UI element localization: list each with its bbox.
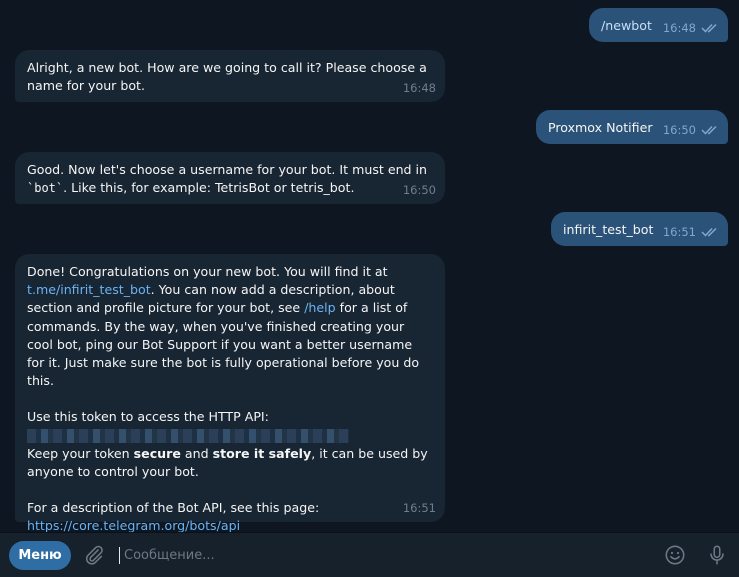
message-meta: 16:50 [663, 121, 719, 139]
message-text-part: . Like this, for example: TetrisBot or t… [63, 180, 355, 196]
message-time: 16:50 [662, 122, 696, 137]
message-text-part: Done! Congratulations on your new bot. Y… [27, 264, 392, 279]
message-time: 16:51 [662, 224, 696, 239]
chat-history: /newbot 16:48 Alright, a new bot. How ar… [0, 0, 739, 533]
menu-button[interactable]: Меню [9, 540, 71, 570]
message-meta: 16:51 [403, 499, 436, 517]
double-check-icon [701, 126, 717, 135]
double-check-icon [701, 24, 717, 33]
double-check-icon [701, 228, 717, 237]
message-text: Alright, a new bot. How are we going to … [27, 60, 431, 94]
token-redacted [27, 427, 433, 445]
bold-text: store it safely [212, 445, 312, 461]
outgoing-message[interactable]: /newbot 16:48 [589, 8, 728, 42]
message-input[interactable] [122, 546, 664, 564]
bold-text: secure [133, 445, 181, 461]
message-time: 16:48 [662, 20, 696, 35]
help-command-link[interactable]: /help [304, 300, 335, 315]
message-input-wrapper [119, 543, 664, 567]
text-cursor [119, 546, 120, 564]
message-time: 16:50 [402, 182, 436, 197]
message-paragraph: Keep your token secure and store it safe… [27, 445, 433, 481]
outgoing-message[interactable]: Proxmox Notifier 16:50 [536, 110, 728, 144]
message-paragraph: For a description of the Bot API, see th… [27, 500, 320, 516]
message-meta: 16:50 [403, 181, 436, 199]
message-meta: 16:48 [403, 79, 436, 97]
message-time: 16:51 [402, 500, 436, 515]
message-paragraph: Done! Congratulations on your new bot. Y… [27, 263, 433, 390]
emoji-icon[interactable] [664, 544, 686, 566]
message-time: 16:48 [402, 80, 436, 95]
message-text-part: Keep your token [27, 445, 134, 461]
incoming-message[interactable]: Done! Congratulations on your new bot. Y… [15, 254, 445, 533]
message-text-part: and [180, 445, 213, 461]
message-meta: 16:51 [663, 223, 719, 241]
paperclip-icon[interactable] [83, 544, 105, 566]
message-text: Good. Now let's choose a username for yo… [27, 161, 433, 197]
message-meta: 16:48 [663, 19, 719, 37]
bot-link[interactable]: t.me/infirit_test_bot [27, 282, 151, 297]
incoming-message[interactable]: Good. Now let's choose a username for yo… [15, 152, 445, 204]
message-paragraph: Use this token to access the HTTP API: [27, 409, 269, 425]
message-composer: Меню [0, 532, 739, 577]
inline-code: `bot` [27, 181, 64, 196]
redacted-token-bar [27, 429, 349, 444]
incoming-message[interactable]: Alright, a new bot. How are we going to … [15, 50, 445, 102]
message-text-part: Good. Now let's choose a username for yo… [27, 162, 432, 177]
outgoing-message[interactable]: infirit_test_bot 16:51 [551, 212, 728, 246]
microphone-icon[interactable] [706, 544, 728, 566]
